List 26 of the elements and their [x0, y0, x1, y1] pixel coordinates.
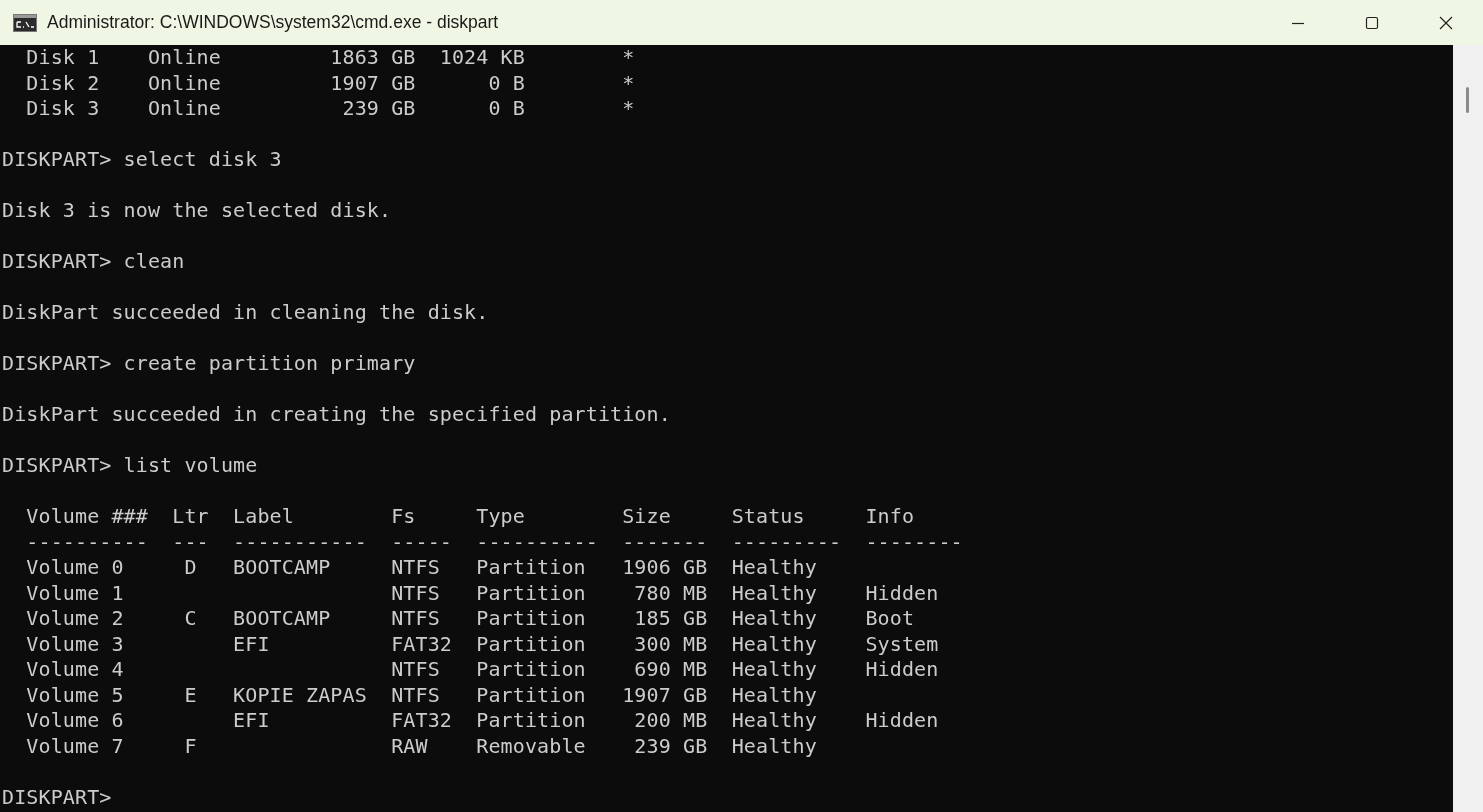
console-line: DISKPART> [2, 784, 112, 810]
console-line: Volume 7 F RAW Removable 239 GB Healthy [25, 733, 817, 759]
console-line: DISKPART> select disk 3 [2, 147, 282, 173]
console-line: Disk 1 Online 1863 GB 1024 KB * [25, 45, 635, 71]
console-line: DISKPART> clean [2, 249, 185, 275]
console-line: ---------- --- ----------- ----- ---------- ------- --------- -------- [25, 529, 963, 555]
console-line: Disk 3 is now the selected disk. [2, 198, 392, 224]
console-line: Disk 2 Online 1907 GB 0 B * [25, 70, 635, 96]
console-line: DISKPART> list volume [2, 453, 258, 479]
console-line: Volume 2 C BOOTCAMP NTFS Partition 185 GB Healthy Boot [25, 606, 915, 632]
maximize-icon[interactable] [1365, 15, 1379, 30]
console-line: Volume 1 NTFS Partition 780 MB Healthy Hidden [25, 580, 939, 606]
window-title: Administrator: C:\WINDOWS\system32\cmd.exe - diskpart [47, 12, 500, 33]
terminal-icon [13, 13, 37, 32]
console-line: Volume 5 E KOPIE ZAPAS NTFS Partition 1907 GB Healthy [25, 682, 817, 708]
console-line: Volume 3 EFI FAT32 Partition 300 MB Healthy System [25, 631, 939, 657]
console-line: Volume ### Ltr Label Fs Type Size Status Info [25, 504, 915, 530]
console-line: DiskPart succeeded in creating the specified partition. [2, 402, 671, 428]
console-line: Volume 6 EFI FAT32 Partition 200 MB Healthy Hidden [25, 708, 939, 734]
console-line: DiskPart succeeded in cleaning the disk. [2, 300, 489, 326]
console-line: Volume 4 NTFS Partition 690 MB Healthy Hidden [25, 657, 939, 683]
console-line: Disk 3 Online 239 GB 0 B * [25, 96, 635, 122]
console-line: Volume 0 D BOOTCAMP NTFS Partition 1906 GB Healthy [25, 555, 817, 581]
scrollbar[interactable] [1453, 45, 1483, 812]
console-line: DISKPART> create partition primary [2, 351, 416, 377]
close-icon[interactable] [1439, 15, 1453, 30]
